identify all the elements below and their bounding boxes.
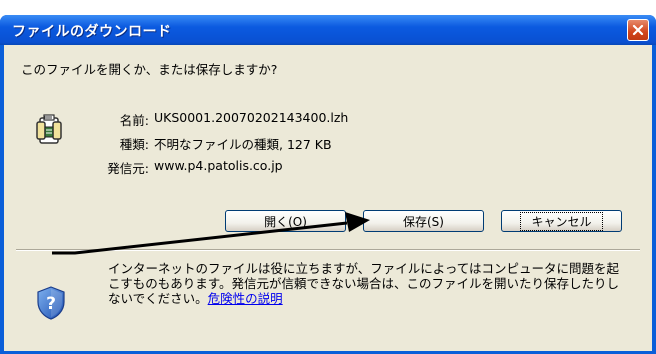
svg-text:?: ? [46,294,56,314]
close-icon [632,24,644,36]
warning-body: インターネットのファイルは役に立ちますが、ファイルによってはコンピュータに問題を… [108,261,620,306]
window-title: ファイルのダウンロード [12,24,172,40]
title-bar[interactable]: ファイルのダウンロード [0,15,656,45]
cancel-button-label: キャンセル [520,211,603,231]
shield-question-icon: ? [37,286,65,320]
warning-text: インターネットのファイルは役に立ちますが、ファイルによってはコンピュータに問題を… [108,261,628,306]
save-button-label: 保存(S) [403,214,444,229]
dialog-body: このファイルを開くか、または保存しますか? 名前: UKS0001.200702… [4,45,652,351]
type-label: 種類: [119,137,149,152]
save-button[interactable]: 保存(S) [363,210,484,232]
open-button-label: 開く(O) [264,214,307,229]
question-text: このファイルを開くか、または保存しますか? [21,62,278,77]
open-button[interactable]: 開く(O) [225,210,346,232]
cancel-button[interactable]: キャンセル [501,210,622,232]
file-icon [36,114,62,144]
from-value: www.p4.patolis.co.jp [154,158,283,173]
download-dialog: ファイルのダウンロード このファイルを開くか、または保存しますか? 名前: UK… [0,15,656,354]
name-value: UKS0001.20070202143400.lzh [154,110,349,125]
type-value: 不明なファイルの種類, 127 KB [154,137,332,152]
close-button[interactable] [627,19,649,41]
separator [16,249,640,251]
name-label: 名前: [119,113,149,128]
from-label: 発信元: [107,161,149,176]
risk-explanation-link[interactable]: 危険性の説明 [208,291,283,306]
